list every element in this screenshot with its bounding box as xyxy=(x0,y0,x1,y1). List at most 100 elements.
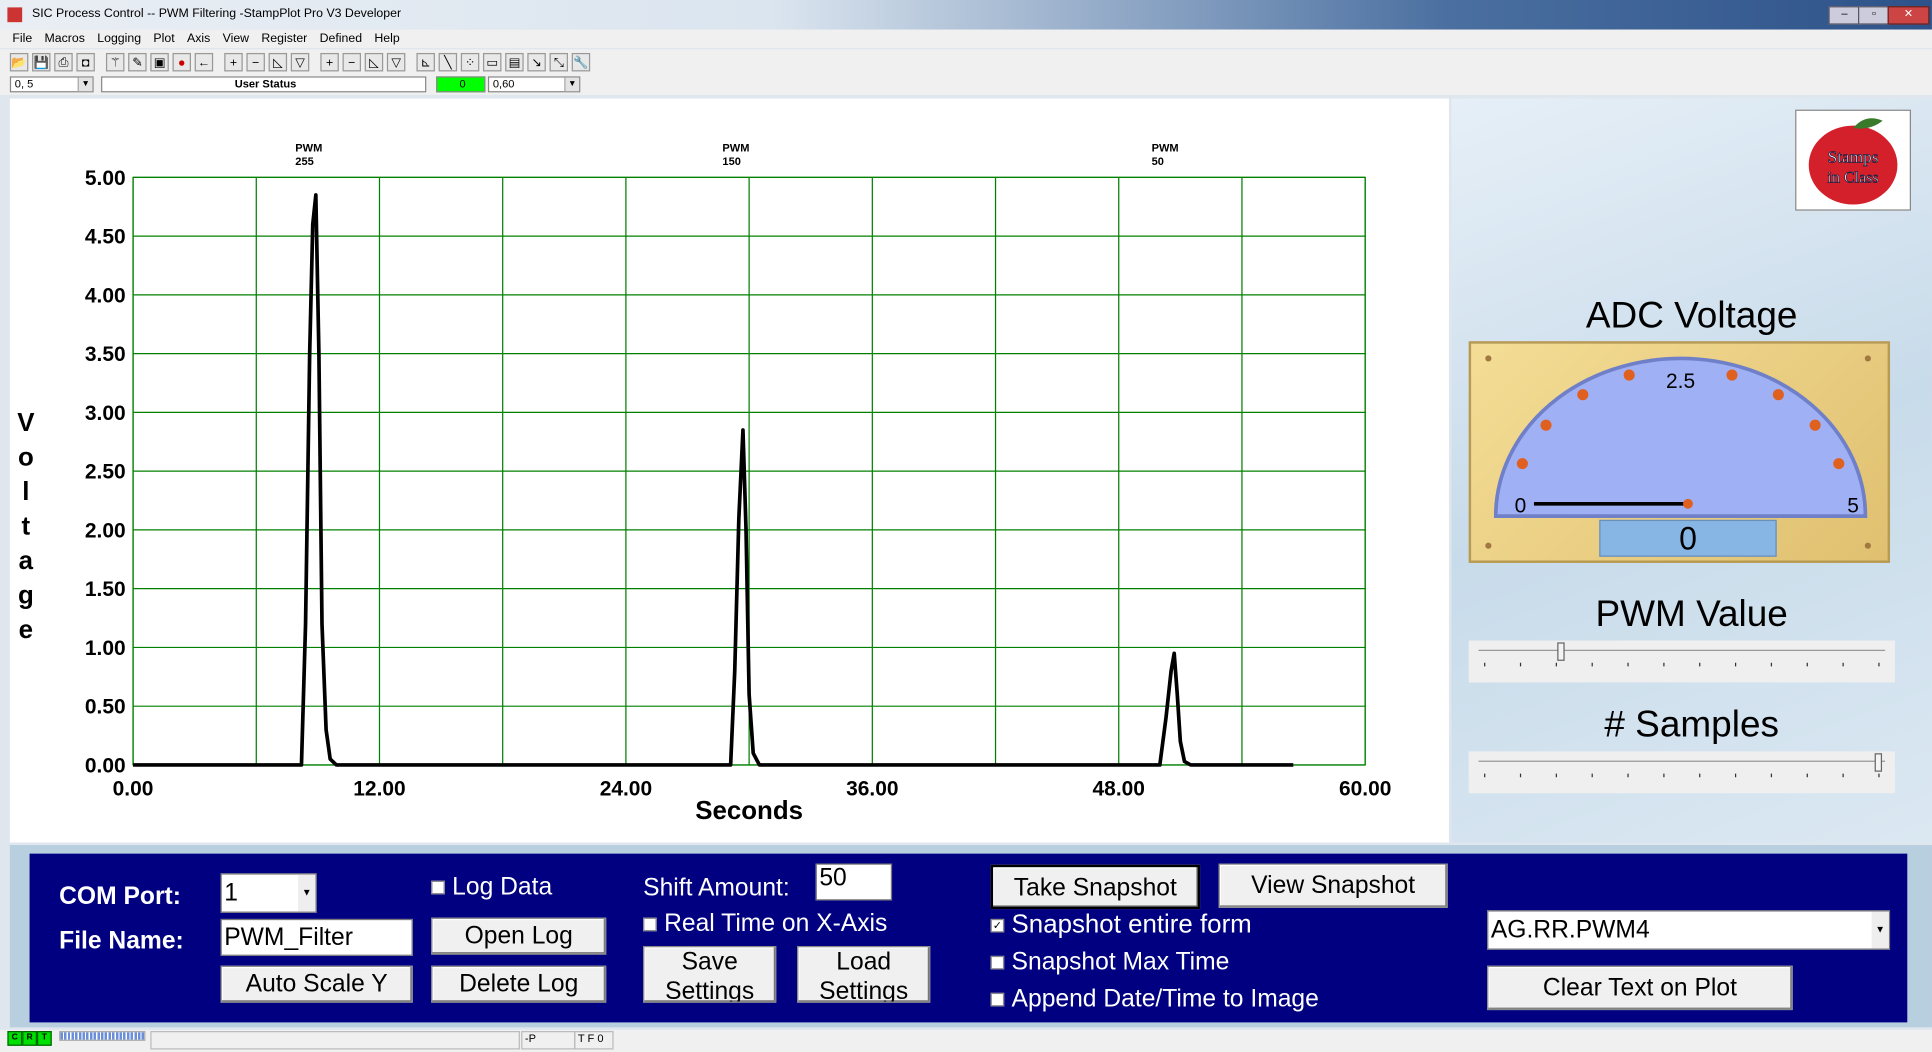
view-snapshot-button[interactable]: View Snapshot xyxy=(1218,863,1448,908)
snapshot-entire-form-checkbox[interactable]: ✓ Snapshot entire form xyxy=(990,910,1252,940)
chevron-down-icon[interactable]: ▼ xyxy=(77,77,93,92)
com-port-select[interactable]: 1 ▼ xyxy=(220,873,317,913)
status-tf: T F 0 xyxy=(574,1031,614,1050)
real-time-label: Real Time on X-Axis xyxy=(664,910,888,938)
delete-log-button[interactable]: Delete Log xyxy=(431,965,607,1003)
points-icon[interactable]: ⁘ xyxy=(460,52,480,72)
clear-text-on-plot-button[interactable]: Clear Text on Plot xyxy=(1487,965,1793,1011)
load-settings-button[interactable]: Load Settings xyxy=(797,946,931,1003)
monitor-icon[interactable]: ▣ xyxy=(150,52,169,72)
file-name-input[interactable]: PWM_Filter xyxy=(220,918,413,956)
graph-icon[interactable]: ⤡ xyxy=(549,52,568,72)
ruler-icon[interactable]: ◺ xyxy=(268,52,288,72)
chevron-down-icon[interactable]: ▼ xyxy=(1871,911,1889,949)
x-axis-label: Seconds xyxy=(695,797,803,825)
chevron-down-icon[interactable]: ▼ xyxy=(298,874,316,912)
snapshot-max-time-checkbox[interactable]: Snapshot Max Time xyxy=(990,948,1229,976)
note-icon[interactable]: ▭ xyxy=(482,52,502,72)
minus-icon[interactable]: − xyxy=(342,52,362,72)
range-select[interactable]: 0, 5 ▼ xyxy=(9,76,94,93)
checkbox-checked-icon[interactable]: ✓ xyxy=(990,918,1005,933)
com-port-value: 1 xyxy=(224,879,238,907)
gauge-tick-dot xyxy=(1577,389,1589,401)
light-c: C xyxy=(7,1031,23,1046)
menu-defined[interactable]: Defined xyxy=(320,30,362,48)
menu-plot[interactable]: Plot xyxy=(153,30,174,48)
menu-view[interactable]: View xyxy=(223,30,249,48)
maximize-button[interactable]: ▫ xyxy=(1858,6,1891,25)
slider-thumb xyxy=(1557,642,1565,661)
control-panel: COM Port: 1 ▼ File Name: PWM_Filter Auto … xyxy=(29,853,1908,1023)
title-bar: SIC Process Control -- PWM Filtering -St… xyxy=(0,0,1932,30)
pen-icon[interactable]: ╲ xyxy=(438,52,458,72)
menu-macros[interactable]: Macros xyxy=(45,30,85,48)
menu-axis[interactable]: Axis xyxy=(187,30,210,48)
axis-icon[interactable]: ⊾ xyxy=(416,52,435,72)
append-date-checkbox[interactable]: Append Date/Time to Image xyxy=(990,985,1319,1013)
shift-amount-input[interactable]: 50 xyxy=(815,863,893,901)
auto-scale-y-button[interactable]: Auto Scale Y xyxy=(220,965,413,1003)
status-row: 0, 5 ▼ User Status 0 0,60 ▼ xyxy=(0,75,1932,95)
take-snapshot-button[interactable]: Take Snapshot xyxy=(990,864,1201,910)
y-tick-label: 2.50 xyxy=(85,461,126,484)
ruler-v-icon[interactable]: ▽ xyxy=(290,52,310,72)
gauge-tick-dot xyxy=(1833,458,1845,470)
gauge-readout: 0 xyxy=(1599,519,1777,557)
screw-icon xyxy=(1485,355,1492,362)
x-tick-label: 0.00 xyxy=(113,778,154,801)
macro-select[interactable]: AG.RR.PWM4 ▼ xyxy=(1487,910,1891,950)
minimize-button[interactable]: – xyxy=(1828,6,1861,25)
plus-icon[interactable]: + xyxy=(224,52,243,72)
ruler-icon[interactable]: ◺ xyxy=(364,52,384,72)
y-tick-label: 4.00 xyxy=(85,284,126,307)
status-indicator: 0 xyxy=(436,76,486,93)
menu-file[interactable]: File xyxy=(12,30,32,48)
pointer-icon[interactable]: ↘ xyxy=(527,52,546,72)
plot-icon[interactable]: ✎ xyxy=(128,52,147,72)
menu-help[interactable]: Help xyxy=(374,30,399,48)
save-settings-button[interactable]: Save Settings xyxy=(643,946,777,1003)
menu-logging[interactable]: Logging xyxy=(97,30,141,48)
peak-annotation: 150 xyxy=(722,156,740,168)
y-tick-label: 1.00 xyxy=(85,637,126,660)
save-icon[interactable]: 💾 xyxy=(32,52,51,72)
stop-icon[interactable]: ● xyxy=(172,52,191,72)
time-select[interactable]: 0,60 ▼ xyxy=(487,76,581,93)
samples-slider[interactable] xyxy=(1468,751,1895,794)
chevron-down-icon[interactable]: ▼ xyxy=(564,77,580,92)
ruler-v-icon[interactable]: ▽ xyxy=(386,52,406,72)
snapshot-entire-form-label: Snapshot entire form xyxy=(1011,910,1252,939)
y-axis-label: Voltage xyxy=(17,409,35,644)
camera-icon[interactable]: ◘ xyxy=(76,52,95,72)
checkbox-icon[interactable] xyxy=(431,881,445,895)
checkbox-icon[interactable] xyxy=(990,956,1005,970)
user-status: User Status xyxy=(101,76,427,93)
plot-area[interactable]: 0.00 0.50 1.00 1.50 2.00 2.50 3.00 3.50 4.00 4.50… xyxy=(9,98,1449,843)
gauge-tick-dot xyxy=(1623,369,1635,381)
peak-annotation: PWM xyxy=(295,143,322,155)
wand-icon[interactable]: ⚚ xyxy=(105,52,125,72)
clipboard-icon[interactable]: ▤ xyxy=(505,52,524,72)
checkbox-icon[interactable] xyxy=(990,993,1005,1007)
open-icon[interactable]: 📂 xyxy=(9,52,29,72)
status-bar: CRT -P T F 0 xyxy=(0,1029,1932,1052)
y-tick-label: 1.50 xyxy=(85,578,126,601)
append-date-label: Append Date/Time to Image xyxy=(1011,985,1319,1013)
status-p: -P xyxy=(521,1031,576,1050)
open-log-button[interactable]: Open Log xyxy=(431,917,607,955)
log-data-checkbox[interactable]: Log Data xyxy=(431,873,552,901)
menu-register[interactable]: Register xyxy=(261,30,307,48)
y-tick-label: 5.00 xyxy=(85,167,126,190)
pwm-value-slider[interactable] xyxy=(1468,640,1895,683)
real-time-checkbox[interactable]: Real Time on X-Axis xyxy=(643,910,887,938)
print-icon[interactable]: ⎙ xyxy=(54,52,73,72)
x-tick-label: 60.00 xyxy=(1339,778,1391,801)
minus-icon[interactable]: − xyxy=(246,52,265,72)
checkbox-icon[interactable] xyxy=(643,917,657,932)
wrench-icon[interactable]: 🔧 xyxy=(571,52,591,72)
back-arrow-icon[interactable]: ← xyxy=(194,52,214,72)
plus-icon[interactable]: + xyxy=(320,52,339,72)
close-button[interactable]: ✕ xyxy=(1887,6,1930,25)
y-tick-label: 3.50 xyxy=(85,343,126,366)
y-tick-label: 4.50 xyxy=(85,226,126,249)
